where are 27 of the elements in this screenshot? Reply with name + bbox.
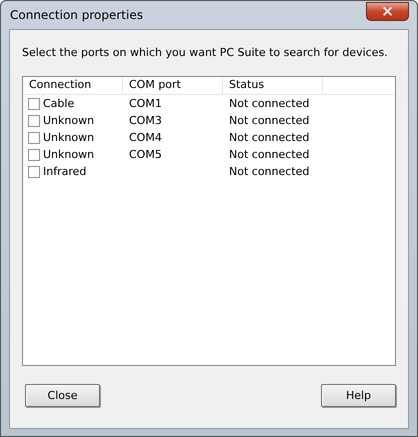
column-header[interactable]: COM port (123, 77, 223, 94)
checkbox[interactable] (28, 132, 40, 144)
checkbox[interactable] (28, 166, 40, 178)
close-dialog-button[interactable]: Close (25, 384, 100, 406)
table-cell: Not connected (229, 114, 310, 127)
instruction-text: Select the ports on which you want PC Suite to search for devices. (22, 46, 389, 61)
table-cell: Not connected (229, 97, 310, 110)
table-cell: COM3 (129, 114, 162, 127)
connection-label: Infrared (43, 165, 86, 178)
checkbox[interactable] (28, 148, 40, 160)
connection-label: Unknown (43, 131, 94, 144)
table-cell: Not connected (229, 148, 310, 161)
column-header[interactable]: Status (223, 77, 323, 94)
connection-label: Unknown (43, 114, 94, 127)
table-cell: COM1 (129, 97, 162, 110)
connection-label: Cable (43, 97, 74, 110)
table-cell: COM5 (129, 148, 162, 161)
help-button[interactable]: Help (321, 384, 396, 406)
table-cell: Not connected (229, 131, 310, 144)
close-button[interactable]: × (366, 2, 409, 20)
table-cell: Not connected (229, 165, 310, 178)
checkbox[interactable] (28, 114, 40, 126)
table-cell: COM4 (129, 131, 162, 144)
checkbox[interactable] (28, 98, 40, 110)
window-title: Connection properties (9, 8, 143, 22)
column-header[interactable]: Connection (23, 77, 123, 94)
connection-label: Unknown (43, 148, 94, 161)
